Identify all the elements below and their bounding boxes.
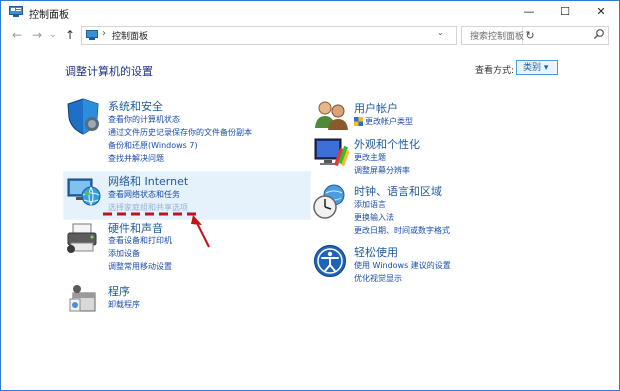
programs-icon[interactable]: [67, 283, 99, 315]
network-internet-title[interactable]: 网络和 Internet: [108, 173, 188, 189]
troubleshoot-link[interactable]: 查找并解决问题: [108, 153, 164, 164]
backup-restore-link[interactable]: 备份和还原(Windows 7): [108, 140, 198, 151]
breadcrumb-control-panel[interactable]: 控制面板: [112, 29, 148, 42]
up-button[interactable]: ↑: [62, 26, 78, 44]
change-input-method-link[interactable]: 更换输入法: [354, 212, 394, 223]
close-button[interactable]: ✕: [583, 1, 619, 23]
change-theme-link[interactable]: 更改主题: [354, 152, 386, 163]
back-button[interactable]: ←: [9, 26, 25, 44]
recent-locations-button[interactable]: ⌄: [45, 26, 61, 44]
appearance-monitor-icon[interactable]: [313, 136, 349, 170]
search-input[interactable]: 搜索控制面板: [461, 26, 609, 45]
control-panel-icon: [86, 30, 98, 40]
forward-button[interactable]: →: [29, 26, 45, 44]
page-title: 调整计算机的设置: [65, 65, 153, 78]
add-language-link[interactable]: 添加语言: [354, 199, 386, 210]
change-date-time-format-link[interactable]: 更改日期、时间或数字格式: [354, 225, 450, 236]
title-bar: 控制面板 — ☐ ✕: [1, 1, 619, 23]
hardware-sound-title[interactable]: 硬件和声音: [108, 220, 163, 236]
security-shield-icon[interactable]: [65, 97, 101, 135]
adjust-resolution-link[interactable]: 调整屏幕分辨率: [354, 165, 410, 176]
search-placeholder: 搜索控制面板: [470, 32, 525, 42]
uac-shield-icon: [354, 117, 363, 126]
view-by-label: 查看方式:: [475, 66, 515, 76]
optimize-visual-display-link[interactable]: 优化视觉显示: [354, 273, 402, 284]
file-history-backup-link[interactable]: 通过文件历史记录保存你的文件备份副本: [108, 127, 252, 138]
users-icon[interactable]: [314, 100, 348, 130]
ease-of-access-title[interactable]: 轻松使用: [354, 244, 398, 260]
ease-of-access-icon[interactable]: [313, 244, 347, 278]
change-account-type-link[interactable]: 更改帐户类型: [365, 116, 413, 127]
uninstall-program-link[interactable]: 卸载程序: [108, 299, 140, 310]
minimize-button[interactable]: —: [511, 1, 547, 23]
clock-language-region-title[interactable]: 时钟、语言和区域: [354, 183, 442, 199]
address-bar[interactable]: › 控制面板 ⌄ ↻: [81, 26, 535, 45]
devices-printers-link[interactable]: 查看设备和打印机: [108, 235, 172, 246]
breadcrumb-separator: ›: [102, 28, 106, 39]
user-accounts-title[interactable]: 用户帐户: [354, 100, 398, 116]
recommended-settings-link[interactable]: 使用 Windows 建议的设置: [354, 260, 451, 271]
control-panel-window: 控制面板 — ☐ ✕ ← → ⌄ ↑ › 控制面板 ⌄ ↻ 搜索控制面板 调整计…: [0, 0, 620, 391]
printer-icon[interactable]: [65, 221, 101, 255]
clock-globe-icon[interactable]: [312, 183, 348, 221]
maximize-button[interactable]: ☐: [547, 1, 583, 23]
mobility-settings-link[interactable]: 调整常用移动设置: [108, 261, 172, 272]
appearance-title[interactable]: 外观和个性化: [354, 136, 420, 152]
search-icon: [594, 29, 604, 39]
control-panel-icon: [9, 6, 23, 17]
network-globe-icon[interactable]: [66, 173, 102, 209]
system-security-title[interactable]: 系统和安全: [108, 98, 163, 114]
network-status-link[interactable]: 查看网络状态和任务: [108, 189, 180, 200]
add-device-link[interactable]: 添加设备: [108, 248, 140, 259]
navigation-bar: ← → ⌄ ↑ › 控制面板 ⌄ ↻ 搜索控制面板: [1, 24, 619, 46]
programs-title[interactable]: 程序: [108, 283, 130, 299]
window-title: 控制面板: [29, 10, 69, 21]
view-computer-status-link[interactable]: 查看你的计算机状态: [108, 114, 180, 125]
view-by-dropdown[interactable]: 类别 ▾: [516, 60, 558, 75]
chevron-down-icon[interactable]: ⌄: [437, 28, 444, 37]
